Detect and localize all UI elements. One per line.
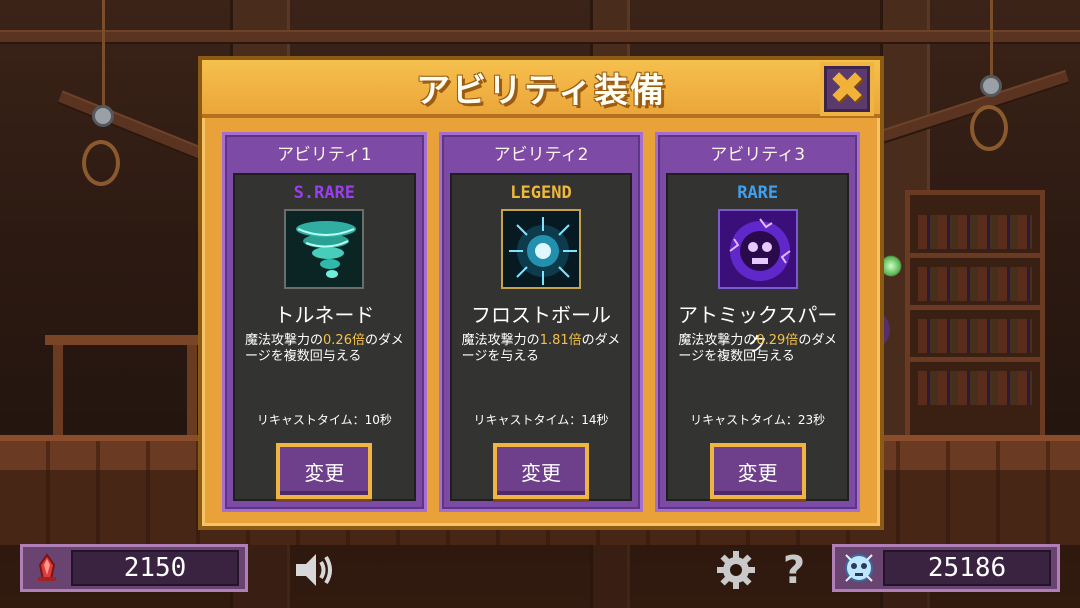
- change-ability-1-button[interactable]: 変更: [276, 443, 373, 499]
- ability-slot-label: アビリティ3: [710, 144, 806, 165]
- rope-noose: [970, 105, 1008, 151]
- soul-counter: 25186: [832, 544, 1060, 592]
- hanging-lamp: [92, 105, 114, 127]
- close-button[interactable]: ✖: [820, 62, 874, 116]
- recast-time: リキャストタイム：14秒: [473, 413, 609, 427]
- tornado-icon: [284, 209, 365, 289]
- wood-beam: [0, 30, 1080, 44]
- ability-slot-label: アビリティ1: [276, 144, 372, 165]
- ability-card-3: アビリティ3 RARE アトミックスパーク 魔法攻撃力の0.29倍のダメージを複…: [655, 132, 861, 512]
- change-ability-2-button[interactable]: 変更: [493, 443, 589, 499]
- rope-noose: [82, 140, 120, 186]
- wooden-table: [45, 335, 205, 435]
- soul-count: 25186: [883, 550, 1051, 586]
- ability-card-body: LEGEND フロストボール 魔法攻撃力の1.81倍のダメージを与える リキャス…: [449, 173, 633, 501]
- rope: [102, 0, 105, 110]
- ability-card-body: S.RARE トルネード 魔法攻撃力の0.26倍のダメージを複数回与える リキャ…: [233, 173, 416, 501]
- ability-slot-label: アビリティ2: [493, 144, 589, 165]
- recast-time: リキャストタイム：10秒: [256, 413, 392, 427]
- hanging-lamp: [980, 75, 1002, 97]
- ability-card-body: RARE アトミックスパーク 魔法攻撃力の0.29倍のダメージを複数回与える リ…: [666, 173, 850, 501]
- question-mark-icon: ?: [782, 548, 806, 592]
- skull-gem-icon: [835, 547, 883, 589]
- ability-equip-dialog: アビリティ装備 ✖ アビリティ1 S.RARE トルネード 魔法攻撃力の0.26…: [198, 56, 884, 530]
- dialog-header: アビリティ装備 ✖: [202, 60, 880, 118]
- crystal-counter: 2150: [20, 544, 248, 592]
- rope: [990, 0, 993, 75]
- damage-multiplier: 1.81倍: [539, 333, 582, 348]
- gear-icon[interactable]: [714, 548, 758, 592]
- speaker-icon[interactable]: [292, 548, 336, 592]
- dialog-title: アビリティ装備: [416, 70, 666, 111]
- damage-multiplier: 0.26倍: [323, 333, 365, 348]
- frost-ball-icon: [501, 209, 581, 289]
- ability-description: 魔法攻撃力の0.26倍のダメージを複数回与える: [245, 333, 404, 364]
- rarity-label: LEGEND: [510, 183, 572, 203]
- bookcase: [905, 190, 1045, 440]
- crystal-count: 2150: [71, 550, 239, 586]
- ability-card-2: アビリティ2 LEGEND フロストボール 魔法攻撃力の1.81倍のダメージを与…: [438, 132, 644, 512]
- ability-description: 魔法攻撃力の1.81倍のダメージを与える: [461, 333, 621, 364]
- rarity-label: S.RARE: [293, 183, 356, 203]
- ability-name: フロストボール: [471, 303, 611, 327]
- close-icon: ✖: [828, 63, 866, 114]
- ability-description: 魔法攻撃力の0.29倍のダメージを複数回与える: [678, 333, 837, 364]
- ability-slots: アビリティ1 S.RARE トルネード 魔法攻撃力の0.26倍のダメージを複数回…: [222, 132, 861, 512]
- ability-name: トルネード: [274, 303, 375, 327]
- rarity-label: RARE: [737, 183, 779, 203]
- change-ability-3-button[interactable]: 変更: [709, 443, 806, 499]
- recast-time: リキャストタイム：23秒: [690, 413, 826, 427]
- atomic-spark-icon: [717, 209, 798, 289]
- red-crystal-icon: [23, 547, 71, 589]
- help-button[interactable]: ?: [772, 548, 816, 592]
- ability-card-1: アビリティ1 S.RARE トルネード 魔法攻撃力の0.26倍のダメージを複数回…: [222, 132, 427, 512]
- damage-multiplier: 0.29倍: [756, 333, 799, 348]
